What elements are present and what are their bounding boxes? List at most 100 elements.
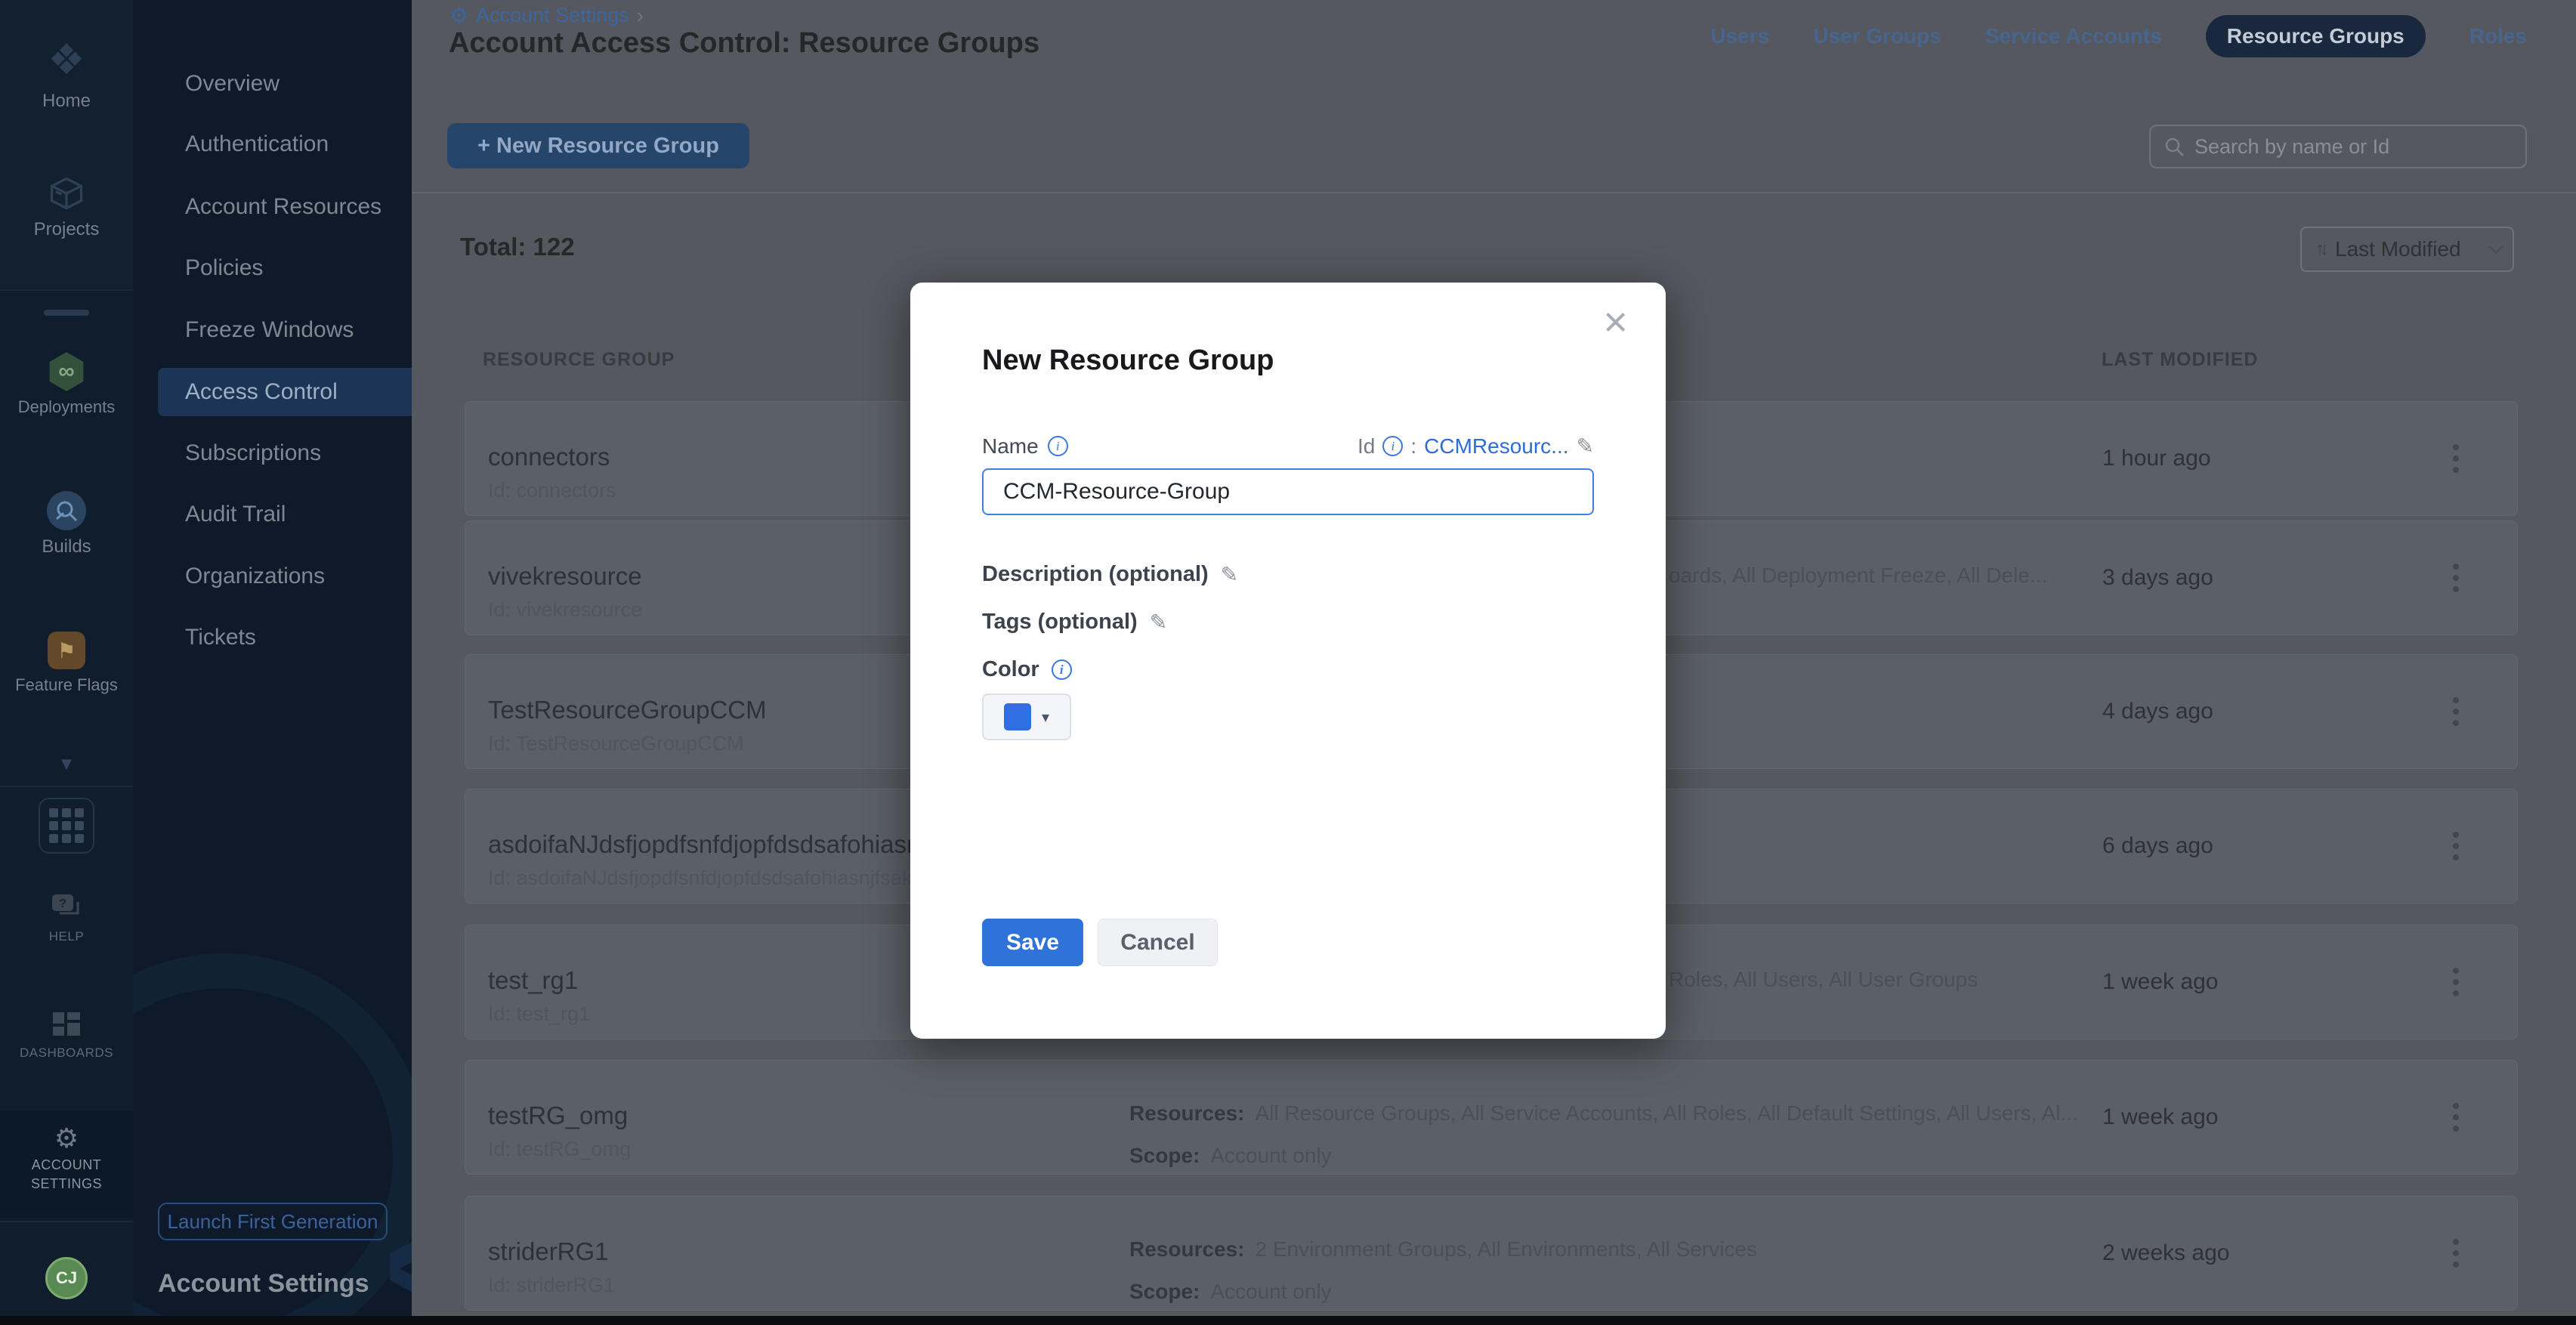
color-section: Color i bbox=[982, 657, 1072, 682]
row-menu-button[interactable] bbox=[2448, 693, 2463, 730]
edit-tags-pencil-icon[interactable]: ✎ bbox=[1150, 610, 1167, 635]
cancel-button[interactable]: Cancel bbox=[1098, 919, 1218, 966]
new-resource-group-button[interactable]: + New Resource Group bbox=[447, 123, 749, 168]
info-icon[interactable]: i bbox=[1382, 436, 1403, 456]
resources-label: Resources: bbox=[1129, 1101, 1245, 1125]
tags-label: Tags (optional) bbox=[982, 610, 1138, 635]
row-menu-button[interactable] bbox=[2448, 827, 2463, 865]
info-icon[interactable]: i bbox=[1048, 436, 1068, 456]
svg-text:?: ? bbox=[59, 897, 66, 910]
rail-collapse-dash[interactable] bbox=[44, 310, 89, 316]
row-menu-button[interactable] bbox=[2448, 1098, 2463, 1136]
help-label: HELP bbox=[0, 929, 133, 944]
nav-watermark bbox=[133, 953, 412, 1316]
resources-label: Resources: bbox=[1129, 1237, 1245, 1261]
chevron-down-icon bbox=[2488, 239, 2503, 255]
resource-group-name[interactable]: test_rg1 bbox=[488, 966, 578, 995]
sidebar-item-builds[interactable]: Builds bbox=[0, 491, 133, 557]
breadcrumb-account-settings[interactable]: Account Settings bbox=[476, 4, 629, 27]
sidebar-item-projects[interactable]: Projects bbox=[0, 174, 133, 240]
description-label: Description (optional) bbox=[982, 562, 1209, 587]
sidebar-item-overview[interactable]: Overview bbox=[133, 60, 412, 108]
sidebar-item-audit-trail[interactable]: Audit Trail bbox=[133, 490, 412, 539]
resource-group-id: Id: striderRG1 bbox=[488, 1274, 615, 1297]
tab-service-accounts[interactable]: Service Accounts bbox=[1985, 24, 2162, 48]
rail-separator bbox=[0, 289, 133, 291]
sidebar-item-account-settings[interactable]: ⚙ ACCOUNT SETTINGS bbox=[0, 1110, 133, 1218]
resource-group-id: Id: vivekresource bbox=[488, 598, 642, 622]
sidebar-item-authentication[interactable]: Authentication bbox=[133, 120, 412, 168]
builds-label: Builds bbox=[0, 536, 133, 557]
sidebar-item-home[interactable]: ❖ Home bbox=[0, 35, 133, 112]
last-modified: 1 week ago bbox=[2102, 1104, 2218, 1130]
search-input[interactable] bbox=[2195, 135, 2513, 159]
last-modified: 2 weeks ago bbox=[2102, 1240, 2229, 1266]
row-menu-button[interactable] bbox=[2448, 559, 2463, 597]
save-button[interactable]: Save bbox=[982, 919, 1083, 966]
toolbar-divider bbox=[412, 192, 2576, 193]
row-menu-button[interactable] bbox=[2448, 440, 2463, 477]
sidebar-item-feature-flags[interactable]: ⚑ Feature Flags bbox=[0, 632, 133, 695]
sidebar-item-access-control[interactable]: Access Control bbox=[158, 368, 412, 416]
sidebar-item-tickets[interactable]: Tickets bbox=[133, 613, 412, 662]
tab-roles[interactable]: Roles bbox=[2469, 24, 2527, 48]
scope-summary: Scope:Account only bbox=[1129, 1280, 1332, 1304]
resource-group-name[interactable]: TestResourceGroupCCM bbox=[488, 696, 767, 724]
launch-first-generation-button[interactable]: Launch First Generation bbox=[158, 1203, 388, 1240]
sidebar-item-policies[interactable]: Policies bbox=[133, 244, 412, 292]
sidebar-item-deployments[interactable]: ∞ Deployments bbox=[0, 352, 133, 417]
module-picker-button[interactable] bbox=[39, 798, 94, 854]
app-window: ❖ Home Projects ∞ Deployments Builds ⚑ F… bbox=[0, 0, 2576, 1325]
close-icon[interactable]: × bbox=[1603, 301, 1628, 343]
window-bottom-edge bbox=[0, 1316, 2576, 1325]
id-value[interactable]: CCMResourc... bbox=[1424, 434, 1568, 459]
resource-group-id: Id: TestResourceGroupCCM bbox=[488, 732, 744, 755]
resource-group-id: Id: connectors bbox=[488, 479, 616, 502]
breadcrumb[interactable]: ⚙ Account Settings › bbox=[449, 3, 644, 28]
gear-icon: ⚙ bbox=[0, 1123, 133, 1154]
sidebar-item-dashboards[interactable]: DASHBOARDS bbox=[0, 1009, 133, 1061]
row-menu-button[interactable] bbox=[2448, 1234, 2463, 1272]
settings-sidebar: Overview Authentication Account Resource… bbox=[133, 0, 412, 1316]
sidebar-item-organizations[interactable]: Organizations bbox=[133, 552, 412, 601]
resource-group-name[interactable]: vivekresource bbox=[488, 562, 642, 591]
table-row-testrg-omg[interactable]: testRG_omg Id: testRG_omg Resources:All … bbox=[465, 1060, 2518, 1175]
sort-dropdown[interactable]: ↑↓ Last Modified bbox=[2300, 227, 2514, 272]
dashboards-label: DASHBOARDS bbox=[0, 1045, 133, 1061]
sidebar-item-subscriptions[interactable]: Subscriptions bbox=[133, 429, 412, 477]
resource-group-name[interactable]: striderRG1 bbox=[488, 1237, 609, 1266]
sidebar-item-help[interactable]: ? HELP bbox=[0, 891, 133, 944]
resource-group-id: Id: asdoifaNJdsfjopdfsnfdjopfdsdsafohias… bbox=[488, 866, 912, 890]
projects-icon bbox=[0, 174, 133, 213]
sort-arrows-icon: ↑↓ bbox=[2315, 239, 2324, 260]
feature-flags-label: Feature Flags bbox=[0, 675, 133, 695]
user-avatar[interactable]: CJ bbox=[45, 1257, 88, 1299]
edit-id-pencil-icon[interactable]: ✎ bbox=[1577, 434, 1594, 459]
name-input[interactable] bbox=[982, 468, 1594, 515]
name-field-label: Name i bbox=[982, 434, 1068, 459]
chevron-left-icon: ◀ bbox=[400, 1256, 412, 1279]
deployments-icon: ∞ bbox=[0, 352, 133, 391]
search-box[interactable] bbox=[2149, 125, 2527, 168]
tab-users[interactable]: Users bbox=[1710, 24, 1769, 48]
deployments-label: Deployments bbox=[0, 397, 133, 417]
resource-group-name[interactable]: testRG_omg bbox=[488, 1101, 628, 1130]
table-row-striderrg1[interactable]: striderRG1 Id: striderRG1 Resources:2 En… bbox=[465, 1196, 2518, 1311]
sidebar-item-freeze-windows[interactable]: Freeze Windows bbox=[133, 306, 412, 354]
resource-group-id: Id: testRG_omg bbox=[488, 1138, 631, 1161]
sort-label: Last Modified bbox=[2335, 237, 2461, 261]
tab-resource-groups[interactable]: Resource Groups bbox=[2206, 15, 2426, 57]
info-icon[interactable]: i bbox=[1052, 659, 1072, 680]
search-icon bbox=[2163, 135, 2185, 158]
resource-group-name[interactable]: connectors bbox=[488, 443, 610, 471]
resources-summary: oards, All Deployment Freeze, All Dele..… bbox=[1669, 564, 2047, 588]
edit-description-pencil-icon[interactable]: ✎ bbox=[1221, 562, 1238, 587]
rail-more-chevron-icon[interactable]: ▼ bbox=[0, 754, 133, 775]
color-label: Color bbox=[982, 657, 1039, 682]
tab-user-groups[interactable]: User Groups bbox=[1813, 24, 1941, 48]
row-menu-button[interactable] bbox=[2448, 963, 2463, 1001]
access-control-tabs: Users User Groups Service Accounts Resou… bbox=[1710, 15, 2527, 57]
sidebar-item-account-resources[interactable]: Account Resources bbox=[133, 183, 412, 231]
resource-group-id: Id: test_rg1 bbox=[488, 1002, 590, 1026]
color-picker-dropdown[interactable]: ▾ bbox=[982, 693, 1071, 740]
